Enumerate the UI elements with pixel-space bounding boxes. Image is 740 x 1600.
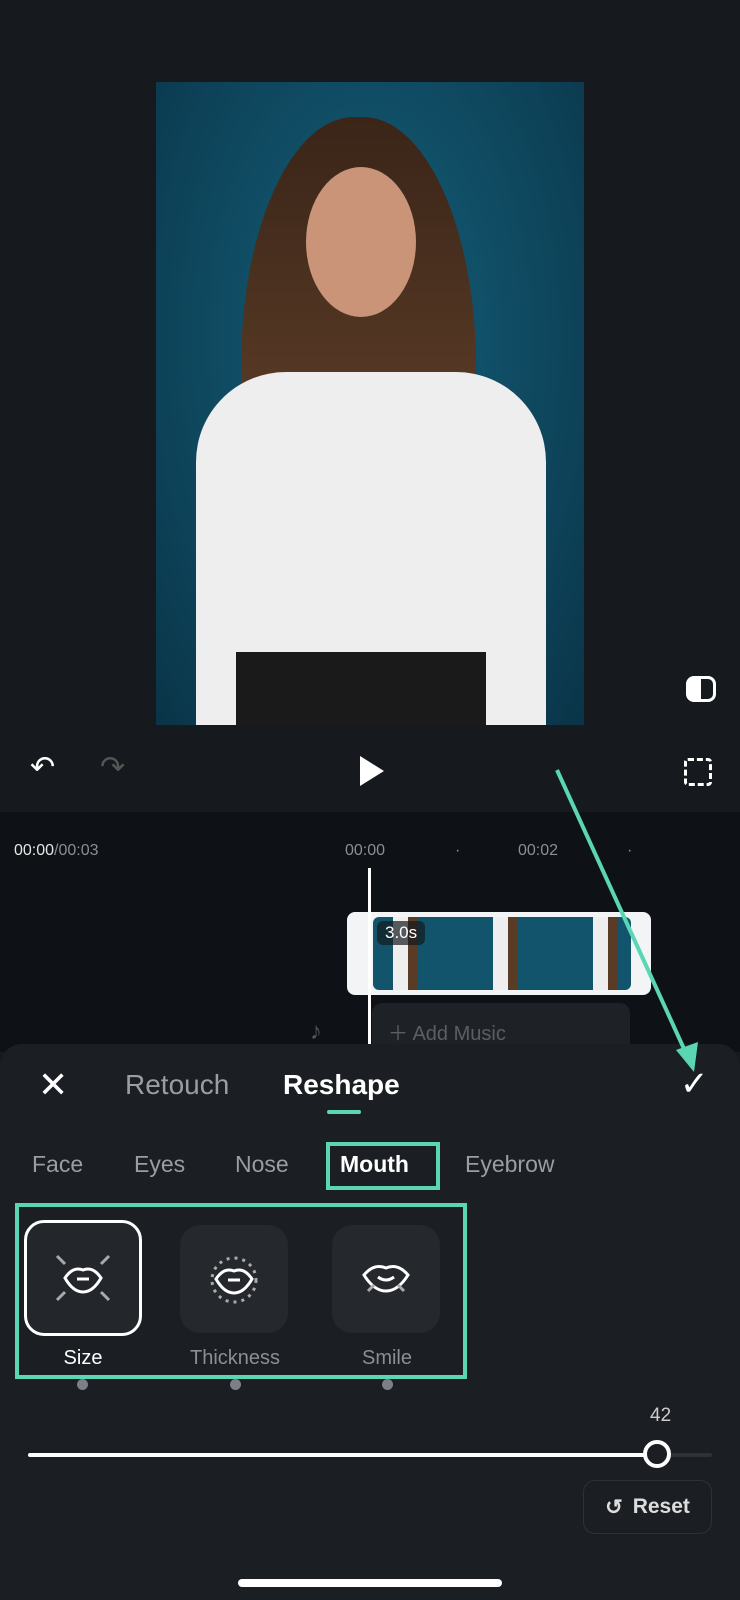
- annotation-arrow: [555, 769, 698, 1072]
